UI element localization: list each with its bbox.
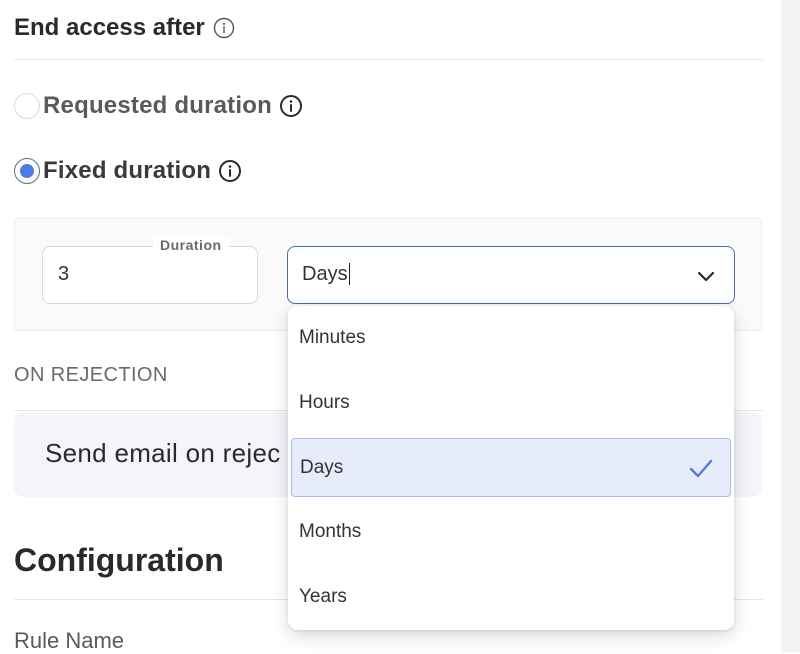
divider bbox=[14, 59, 763, 60]
radio-fixed-duration[interactable]: Fixed duration bbox=[14, 156, 242, 186]
configuration-title: Configuration bbox=[14, 542, 224, 578]
option-label: Hours bbox=[299, 391, 350, 413]
scrollbar[interactable] bbox=[781, 0, 800, 652]
unit-dropdown-menu: Minutes Hours Days Months Years bbox=[288, 306, 734, 630]
on-rejection-heading: ON REJECTION bbox=[14, 364, 168, 386]
section-title: End access after bbox=[14, 14, 205, 41]
chevron-down-icon[interactable] bbox=[696, 266, 716, 291]
checkmark-icon bbox=[688, 455, 714, 487]
radio-label: Requested duration bbox=[43, 92, 272, 119]
option-label: Months bbox=[299, 520, 362, 542]
duration-value: 3 bbox=[58, 263, 70, 285]
info-icon[interactable] bbox=[213, 17, 235, 39]
unit-option-months[interactable]: Months bbox=[291, 502, 731, 561]
radio-requested-duration[interactable]: Requested duration bbox=[14, 91, 303, 121]
option-label: Days bbox=[300, 456, 344, 478]
info-icon[interactable] bbox=[279, 94, 303, 118]
send-email-label: Send email on rejec bbox=[45, 438, 281, 468]
rule-name-label: Rule Name bbox=[14, 628, 125, 653]
option-label: Years bbox=[299, 585, 347, 607]
radio-label: Fixed duration bbox=[43, 157, 212, 184]
radio-button[interactable] bbox=[14, 93, 40, 119]
selected-unit: Days bbox=[302, 263, 350, 285]
radio-button[interactable] bbox=[14, 158, 40, 184]
unit-option-minutes[interactable]: Minutes bbox=[291, 308, 731, 367]
duration-input[interactable]: Duration 3 bbox=[42, 237, 258, 304]
duration-label: Duration bbox=[153, 237, 229, 253]
end-access-header: End access after bbox=[14, 10, 235, 46]
unit-option-days[interactable]: Days bbox=[291, 438, 731, 497]
option-label: Minutes bbox=[299, 326, 366, 348]
unit-option-years[interactable]: Years bbox=[291, 567, 731, 626]
info-icon[interactable] bbox=[218, 159, 242, 183]
duration-unit-select[interactable]: Days bbox=[287, 246, 735, 304]
unit-option-hours[interactable]: Hours bbox=[291, 373, 731, 432]
